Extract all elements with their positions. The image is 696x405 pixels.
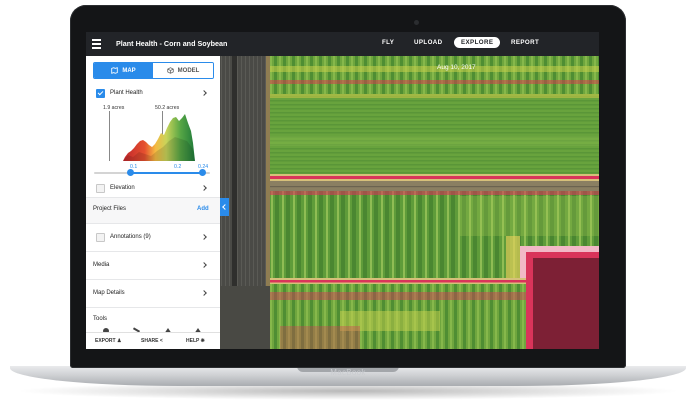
map-icon: [111, 67, 119, 74]
chevron-right-icon[interactable]: [201, 185, 207, 191]
project-files-header: Project Files Add: [86, 198, 220, 224]
cube-icon: [166, 67, 174, 74]
map-view[interactable]: Aug 10, 2017: [220, 56, 599, 349]
nav-report[interactable]: REPORT: [511, 39, 539, 46]
nav-explore[interactable]: EXPLORE: [454, 37, 501, 48]
sidebar: MAP MODEL Plant Health 1.9 acres 50.2 ac…: [86, 56, 220, 349]
add-project-file-link[interactable]: Add: [197, 206, 209, 212]
media-row[interactable]: Media: [86, 252, 220, 280]
plant-health-layer: Plant Health 1.9 acres 50.2 acres 0.1 0.…: [86, 84, 220, 198]
page-title: Plant Health - Corn and Soybean: [116, 39, 228, 48]
map-tab-label: MAP: [122, 67, 136, 74]
chevron-right-icon[interactable]: [201, 234, 207, 240]
ndvi-histogram: [109, 111, 195, 161]
annotations-label: Annotations (9): [110, 234, 151, 240]
tools-label: Tools: [93, 316, 108, 322]
elevation-label: Elevation: [110, 185, 135, 191]
ndvi-field-map: [220, 56, 599, 349]
top-bar: Plant Health - Corn and Soybean FLY UPLO…: [86, 32, 599, 56]
collapse-sidebar-button[interactable]: [220, 198, 229, 216]
range-slider-fill: [130, 172, 202, 174]
app-screen: Plant Health - Corn and Soybean FLY UPLO…: [86, 32, 599, 349]
chevron-right-icon[interactable]: [201, 90, 207, 96]
share-button[interactable]: SHARE <: [141, 338, 163, 344]
map-tab[interactable]: MAP: [94, 63, 153, 78]
help-button[interactable]: HELP ❋: [186, 338, 205, 344]
nav-fly[interactable]: FLY: [382, 39, 394, 46]
model-tab[interactable]: MODEL: [153, 63, 213, 78]
map-details-row[interactable]: Map Details: [86, 280, 220, 308]
help-label: HELP: [186, 338, 200, 344]
project-files-label: Project Files: [93, 206, 127, 212]
person-icon: ♟: [116, 338, 122, 344]
map-details-label: Map Details: [93, 290, 125, 296]
annotations-row[interactable]: Annotations (9): [86, 224, 220, 252]
range-slider-min-handle[interactable]: [127, 169, 134, 176]
view-toggle: MAP MODEL: [93, 62, 214, 79]
media-label: Media: [93, 262, 110, 268]
range-slider-max-handle[interactable]: [199, 169, 206, 176]
export-button[interactable]: EXPORT ♟: [95, 338, 121, 344]
histogram-tick-mid: 0.2: [174, 164, 182, 170]
plant-health-checkbox[interactable]: [96, 89, 105, 98]
settings-icon: ❋: [200, 338, 205, 344]
share-label: SHARE: [141, 338, 159, 344]
menu-icon[interactable]: [92, 39, 101, 49]
laptop-brand: MacBook: [330, 368, 366, 377]
capture-date: Aug 10, 2017: [437, 64, 476, 71]
model-tab-label: MODEL: [177, 67, 200, 74]
elevation-checkbox[interactable]: [96, 184, 105, 193]
share-icon: <: [159, 338, 163, 344]
sidebar-footer: EXPORT ♟ SHARE < HELP ❋: [86, 332, 220, 349]
camera-icon: [414, 20, 419, 25]
plant-health-label: Plant Health: [110, 90, 143, 96]
export-label: EXPORT: [95, 338, 116, 344]
nav-upload[interactable]: UPLOAD: [414, 39, 443, 46]
annotations-checkbox[interactable]: [96, 233, 105, 242]
chevron-right-icon[interactable]: [201, 262, 207, 268]
tools-section: Tools: [86, 308, 220, 334]
chevron-right-icon[interactable]: [201, 290, 207, 296]
